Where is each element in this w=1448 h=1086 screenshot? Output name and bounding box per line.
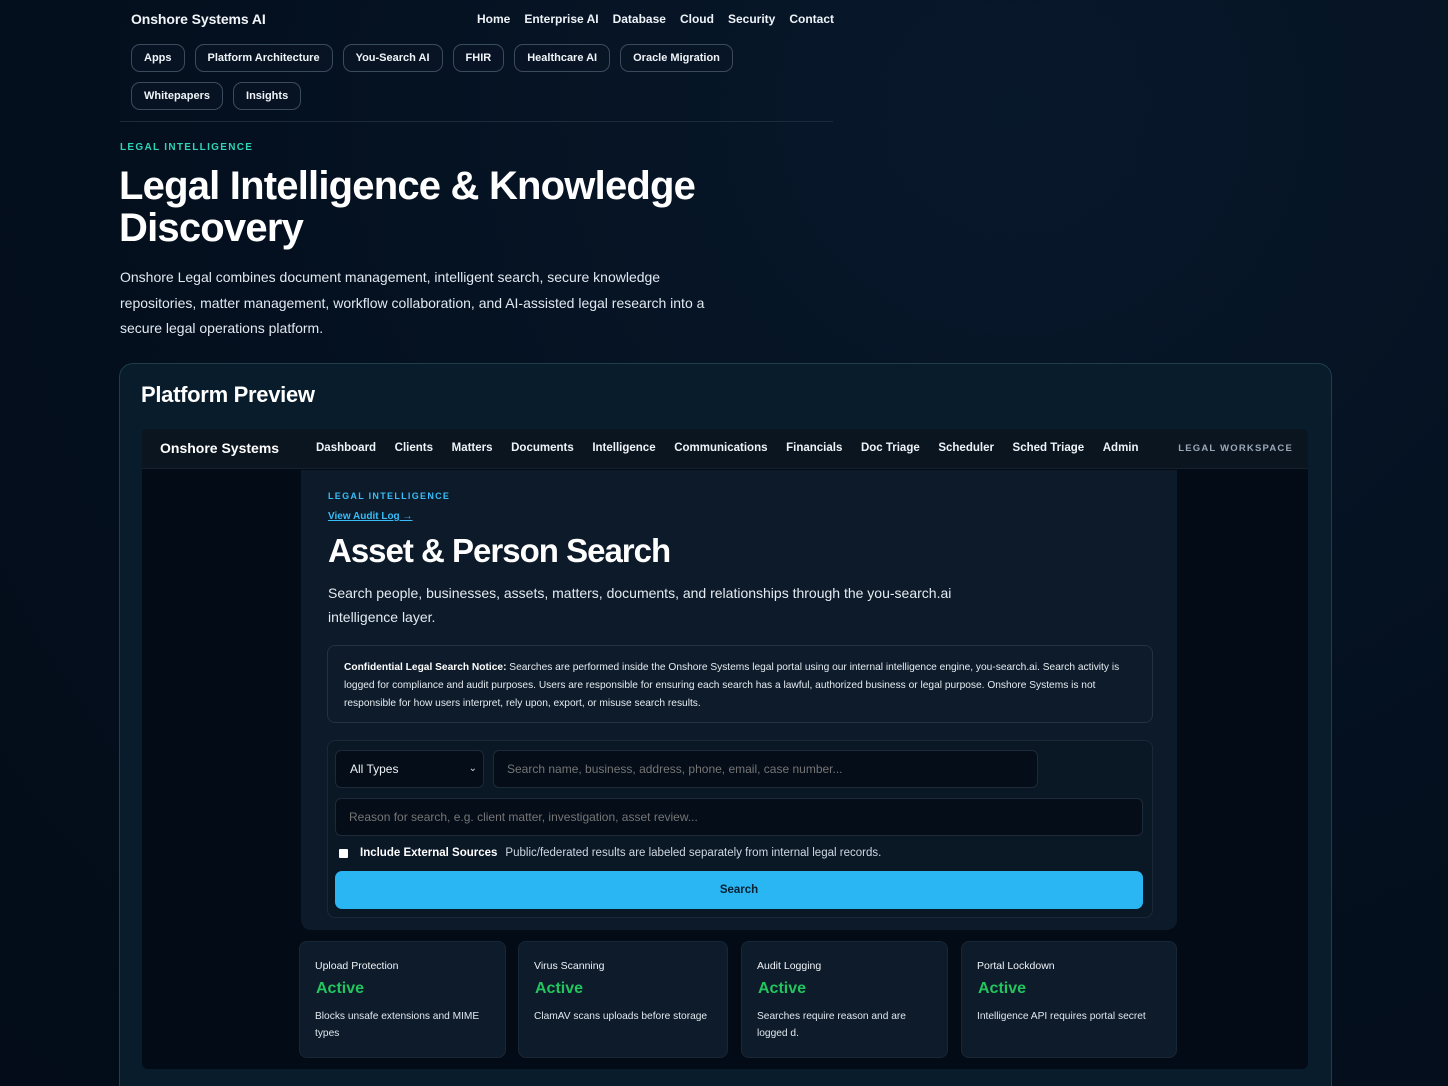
view-audit-log-link[interactable]: View Audit Log → [328,511,412,522]
top-nav: Home Enterprise AI Database Cloud Securi… [470,12,841,26]
pill-platform-architecture[interactable]: Platform Architecture [194,44,333,72]
app-nav-doc-triage[interactable]: Doc Triage [861,442,920,454]
header-divider [120,121,833,122]
reason-input[interactable] [335,798,1143,836]
app-nav-documents[interactable]: Documents [511,442,574,454]
workspace-label: LEGAL WORKSPACE [1178,443,1293,454]
status-card-virus-scanning: Virus Scanning Active ClamAV scans uploa… [518,941,728,1058]
status-card-value: Active [978,980,1027,997]
app-nav-matters[interactable]: Matters [452,442,493,454]
app-brand[interactable]: Onshore Systems [160,440,279,456]
nav-cloud[interactable]: Cloud [680,12,714,26]
search-input[interactable] [493,750,1038,788]
app-nav-links: Dashboard Clients Matters Documents Inte… [316,442,1157,454]
nav-contact[interactable]: Contact [789,12,834,26]
pill-you-search-ai[interactable]: You-Search AI [342,44,443,72]
pill-whitepapers[interactable]: Whitepapers [131,82,224,110]
app-nav-communications[interactable]: Communications [674,442,767,454]
app-nav-admin[interactable]: Admin [1103,442,1139,454]
search-panel: LEGAL INTELLIGENCE View Audit Log → Asse… [301,470,1177,930]
panel-description: Search people, businesses, assets, matte… [328,585,952,625]
nav-security[interactable]: Security [728,12,775,26]
nav-database[interactable]: Database [613,12,666,26]
status-card-portal-lockdown: Portal Lockdown Active Intelligence API … [961,941,1177,1058]
status-card-value: Active [316,980,365,997]
confidential-notice: Confidential Legal Search Notice: Search… [327,645,1153,723]
status-card-value: Active [758,980,807,997]
app-navbar: Onshore Systems Dashboard Clients Matter… [142,429,1308,469]
status-card-title: Portal Lockdown [977,960,1055,972]
type-select-value: All Types [350,762,399,776]
app-nav-financials[interactable]: Financials [786,442,842,454]
search-button[interactable]: Search [335,871,1143,909]
app-nav-dashboard[interactable]: Dashboard [316,442,376,454]
status-card-description: Blocks unsafe extensions and MIME types [315,1011,480,1039]
page-title: Legal Intelligence & Knowledge Discovery [119,164,696,250]
status-card-description: ClamAV scans uploads before storage [534,1011,708,1022]
search-form: All Types ⌄ Include External Sources Pub… [327,740,1153,918]
app-nav-intelligence[interactable]: Intelligence [592,442,655,454]
hero-description: Onshore Legal combines document manageme… [120,269,705,336]
external-sources-checkbox[interactable] [339,848,348,858]
external-sources-row: Include External Sources Public/federate… [339,847,881,859]
chevron-down-icon: ⌄ [468,763,477,774]
app-preview-window: Onshore Systems Dashboard Clients Matter… [142,429,1308,1069]
pill-oracle-migration[interactable]: Oracle Migration [620,44,733,72]
status-card-value: Active [535,980,584,997]
notice-label: Confidential Legal Search Notice: [344,662,507,673]
nav-home[interactable]: Home [477,12,510,26]
status-card-description: Searches require reason and are logged d… [757,1011,906,1039]
status-card-upload-protection: Upload Protection Active Blocks unsafe e… [299,941,506,1058]
external-sources-help: Public/federated results are labeled sep… [505,847,882,859]
nav-enterprise-ai[interactable]: Enterprise AI [524,12,598,26]
pill-apps[interactable]: Apps [131,44,185,72]
app-nav-scheduler[interactable]: Scheduler [938,442,994,454]
category-pills: Apps Platform Architecture You-Search AI… [131,44,831,110]
pill-fhir[interactable]: FHIR [452,44,505,72]
app-nav-clients[interactable]: Clients [395,442,433,454]
panel-title: Asset & Person Search [328,532,671,569]
pill-insights[interactable]: Insights [233,82,302,110]
preview-title: Platform Preview [141,382,315,407]
site-brand[interactable]: Onshore Systems AI [131,11,266,27]
external-sources-label: Include External Sources [360,847,498,859]
type-select[interactable]: All Types ⌄ [335,750,484,788]
status-card-audit-logging: Audit Logging Active Searches require re… [741,941,948,1058]
status-card-title: Upload Protection [315,960,399,972]
app-nav-sched-triage[interactable]: Sched Triage [1013,442,1085,454]
hero-eyebrow: LEGAL INTELLIGENCE [120,142,254,153]
status-card-description: Intelligence API requires portal secret [977,1011,1146,1022]
status-card-title: Audit Logging [757,960,822,972]
status-card-title: Virus Scanning [534,960,605,972]
panel-eyebrow: LEGAL INTELLIGENCE [328,491,451,501]
pill-healthcare-ai[interactable]: Healthcare AI [514,44,611,72]
